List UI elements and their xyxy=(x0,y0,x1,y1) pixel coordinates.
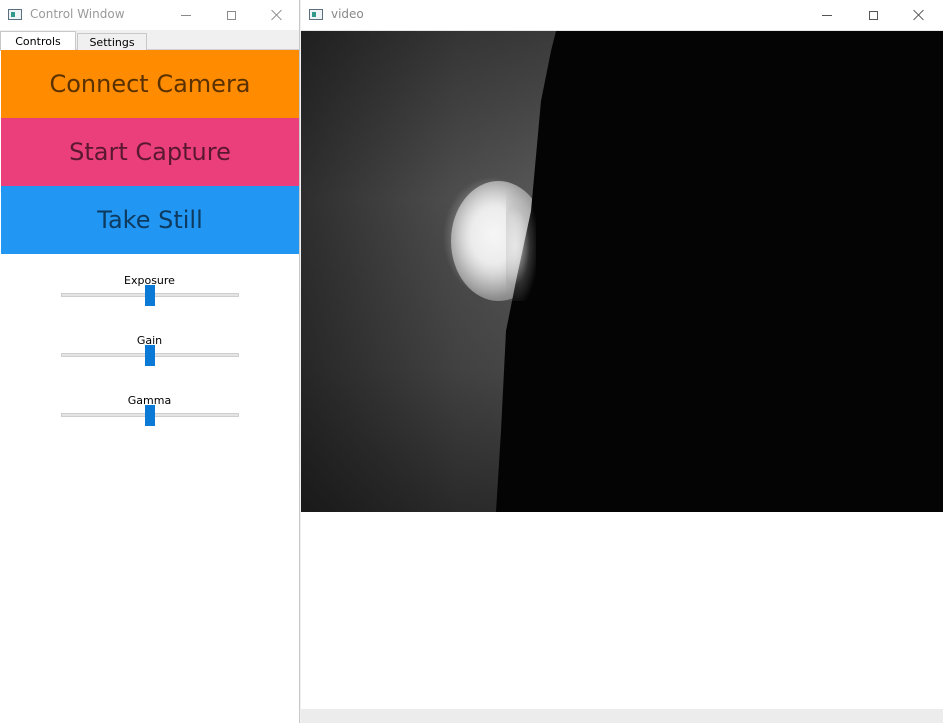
minimize-button[interactable] xyxy=(163,0,209,30)
maximize-button[interactable] xyxy=(850,0,896,30)
gain-slider-thumb[interactable] xyxy=(145,345,155,366)
maximize-icon xyxy=(868,10,878,20)
control-window: Control Window Controls Settings Connect… xyxy=(0,0,300,723)
minimize-button[interactable] xyxy=(804,0,850,30)
tab-controls[interactable]: Controls xyxy=(0,31,76,51)
tab-settings[interactable]: Settings xyxy=(77,33,147,50)
maximize-icon xyxy=(226,10,236,20)
close-button[interactable] xyxy=(254,0,300,30)
app-icon xyxy=(8,9,22,20)
feed-rim-light xyxy=(506,191,536,301)
video-empty-area xyxy=(301,512,943,709)
minimize-icon xyxy=(822,14,832,16)
control-window-title: Control Window xyxy=(30,7,125,21)
control-window-titlebar[interactable]: Control Window xyxy=(0,0,299,30)
exposure-slider-thumb[interactable] xyxy=(145,285,155,306)
tab-bar: Controls Settings xyxy=(0,30,299,51)
video-status-strip xyxy=(301,709,943,723)
take-still-button[interactable]: Take Still xyxy=(1,186,299,254)
gamma-slider-thumb[interactable] xyxy=(145,405,155,426)
exposure-control: Exposure xyxy=(0,274,299,314)
gain-control: Gain xyxy=(0,334,299,374)
video-window-titlebar[interactable]: video xyxy=(301,0,943,31)
maximize-button[interactable] xyxy=(208,0,254,30)
connect-camera-button[interactable]: Connect Camera xyxy=(1,50,299,118)
video-window: video xyxy=(301,0,943,723)
close-icon xyxy=(271,9,283,21)
start-capture-button[interactable]: Start Capture xyxy=(1,118,299,186)
app-icon xyxy=(309,9,323,20)
video-window-title: video xyxy=(331,7,364,21)
close-icon xyxy=(913,9,925,21)
video-feed xyxy=(301,31,943,512)
gamma-control: Gamma xyxy=(0,394,299,434)
close-button[interactable] xyxy=(896,0,942,30)
minimize-icon xyxy=(181,14,191,16)
